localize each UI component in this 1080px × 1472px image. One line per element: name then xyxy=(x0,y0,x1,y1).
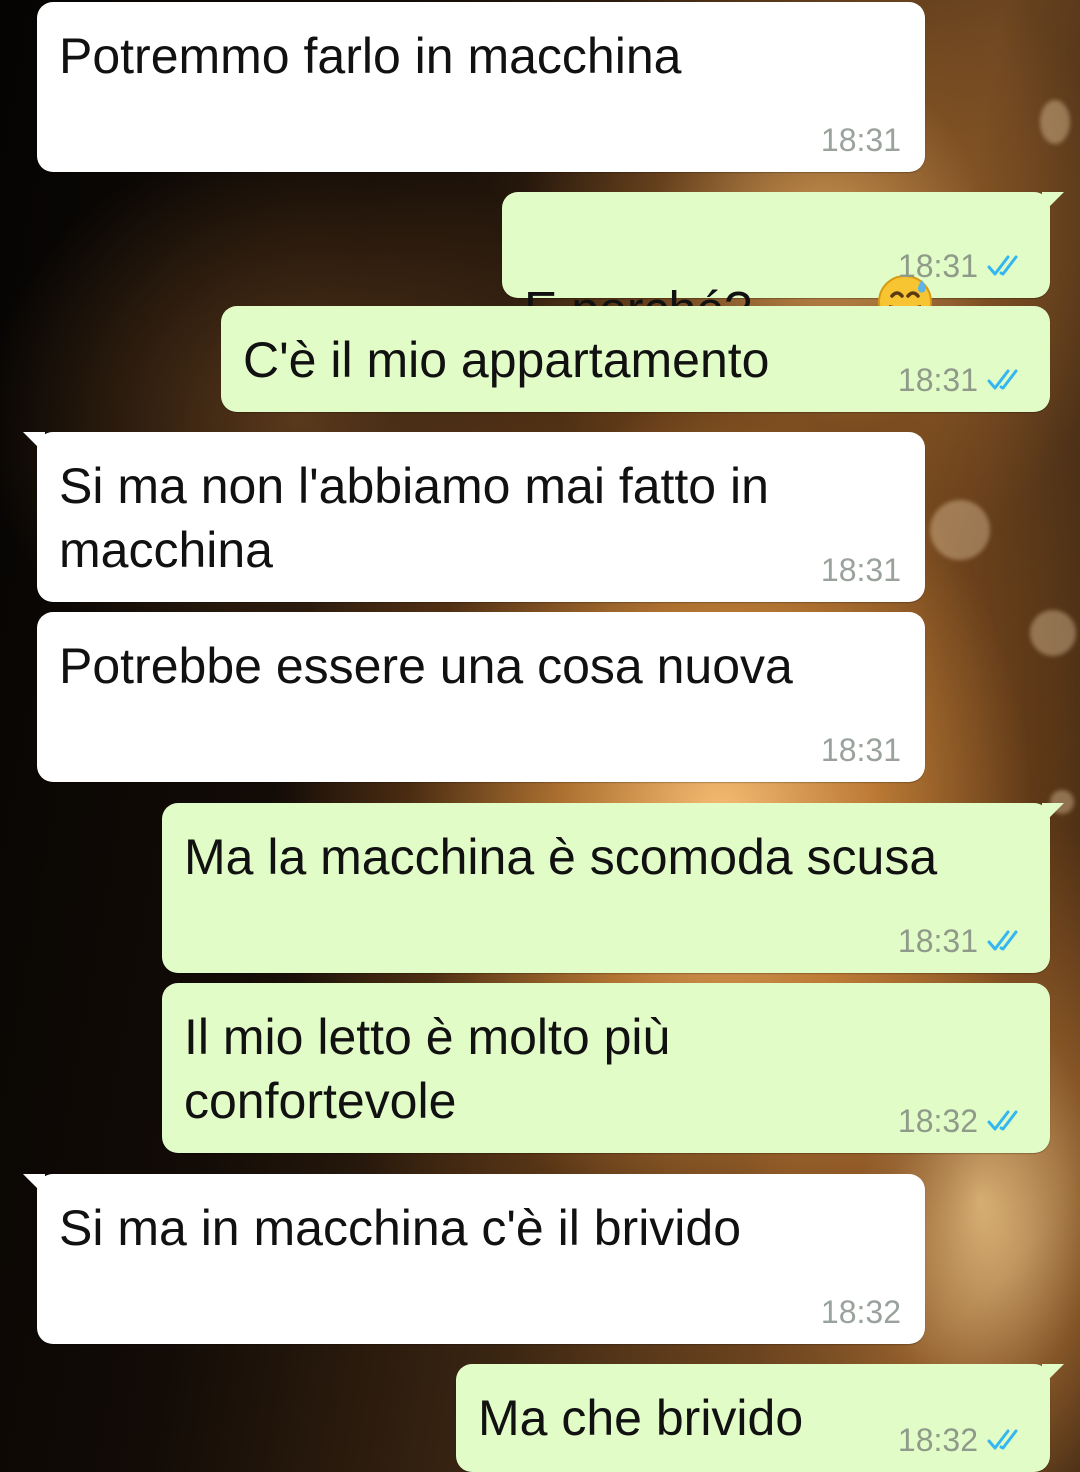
message-meta: 18:31 xyxy=(898,248,1026,284)
message-text: Si ma in macchina c'è il brivido xyxy=(59,1200,742,1256)
message-time: 18:31 xyxy=(820,732,901,768)
message-meta: 18:31 xyxy=(821,552,901,588)
message-bubble-outgoing[interactable]: C'è il mio appartamento 18:31 xyxy=(221,306,1050,412)
bubble-tail xyxy=(23,1174,45,1196)
read-receipt-icon xyxy=(987,255,1018,276)
read-receipt-icon xyxy=(987,1429,1018,1450)
message-time: 18:31 xyxy=(820,552,901,588)
message-text: Potrebbe essere una cosa nuova xyxy=(59,638,793,694)
read-receipt-icon xyxy=(987,369,1018,390)
bubble-tail xyxy=(1042,192,1064,214)
message-bubble-incoming[interactable]: Si ma non l'abbiamo mai fatto in macchin… xyxy=(23,432,925,602)
message-bubble-incoming[interactable]: Potremmo farlo in macchina 18:31 xyxy=(37,2,925,172)
bubble-tail xyxy=(1042,803,1064,825)
message-bubble-outgoing[interactable]: E perché? 18:31 xyxy=(502,192,1064,338)
message-bubble-incoming[interactable]: Potrebbe essere una cosa nuova 18:31 xyxy=(37,612,925,782)
message-meta: 18:32 xyxy=(898,1103,1026,1139)
read-receipt-icon xyxy=(987,1110,1018,1131)
message-time: 18:31 xyxy=(897,362,978,398)
message-meta: 18:31 xyxy=(821,122,901,158)
message-meta: 18:31 xyxy=(898,362,1026,398)
bubble-tail xyxy=(23,432,45,454)
message-text: Potremmo farlo in macchina xyxy=(59,28,682,84)
message-bubble-outgoing[interactable]: Il mio letto è molto più confortevole 18… xyxy=(162,983,1050,1153)
message-time: 18:32 xyxy=(820,1294,901,1330)
message-bubble-outgoing[interactable]: Ma la macchina è scomoda scusa 18:31 xyxy=(162,803,1064,973)
message-text: Ma la macchina è scomoda scusa xyxy=(184,829,938,885)
message-time: 18:32 xyxy=(897,1422,978,1458)
message-bubble-incoming[interactable]: Si ma in macchina c'è il brivido 18:32 xyxy=(23,1174,925,1344)
message-time: 18:31 xyxy=(820,122,901,158)
message-meta: 18:31 xyxy=(898,923,1026,959)
message-text: Si ma non l'abbiamo mai fatto in macchin… xyxy=(59,458,769,578)
message-meta: 18:32 xyxy=(898,1422,1026,1458)
message-meta: 18:31 xyxy=(821,732,901,768)
message-time: 18:31 xyxy=(897,923,978,959)
read-receipt-icon xyxy=(987,930,1018,951)
message-meta: 18:32 xyxy=(821,1294,901,1330)
message-bubble-outgoing[interactable]: Ma che brivido 18:32 xyxy=(456,1364,1064,1472)
chat-message-list[interactable]: Potremmo farlo in macchina 18:31 E perch… xyxy=(0,0,1080,1472)
message-time: 18:32 xyxy=(897,1103,978,1139)
message-time: 18:31 xyxy=(897,248,978,284)
bubble-tail xyxy=(1042,1364,1064,1386)
